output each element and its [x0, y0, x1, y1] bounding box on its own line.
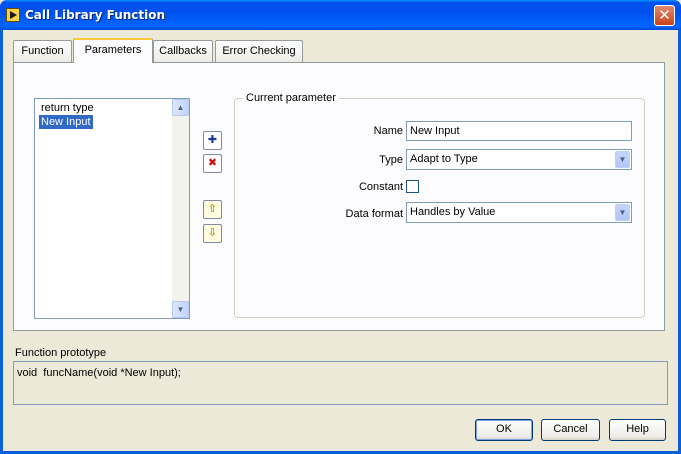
plus-icon: ✚: [207, 133, 218, 146]
parameters-panel: return type New Input ▲ ▼ ✚ ✖ ⇧ ⇩ Curren…: [13, 62, 665, 331]
type-select[interactable]: Adapt to Type ▼: [406, 149, 632, 170]
cancel-button[interactable]: Cancel: [541, 419, 600, 441]
remove-parameter-button[interactable]: ✖: [203, 154, 222, 173]
chevron-down-icon: ▼: [176, 305, 185, 314]
move-up-button[interactable]: ⇧: [203, 200, 222, 219]
scroll-up-button[interactable]: ▲: [172, 99, 189, 116]
prototype-label: Function prototype: [15, 347, 107, 359]
move-down-button[interactable]: ⇩: [203, 224, 222, 243]
prototype-display: void funcName(void *New Input);: [13, 361, 668, 405]
chevron-down-icon[interactable]: ▼: [615, 204, 630, 221]
list-item[interactable]: return type: [39, 101, 96, 115]
labview-icon: [6, 8, 20, 22]
tab-label: Callbacks: [159, 45, 207, 57]
tab-label: Error Checking: [222, 45, 296, 57]
tab-function[interactable]: Function: [13, 40, 72, 62]
prototype-text: void funcName(void *New Input);: [17, 367, 181, 379]
ok-button[interactable]: OK: [475, 419, 533, 441]
list-scrollbar[interactable]: ▲ ▼: [172, 99, 189, 318]
name-field[interactable]: New Input: [406, 121, 632, 141]
close-button[interactable]: ✕: [654, 5, 675, 26]
dialog-client-area: Function Parameters Callbacks Error Chec…: [3, 30, 678, 451]
parameter-list[interactable]: return type New Input ▲ ▼: [34, 98, 190, 319]
add-parameter-button[interactable]: ✚: [203, 131, 222, 150]
arrow-up-icon: ⇧: [207, 202, 218, 215]
group-title: Current parameter: [243, 92, 339, 104]
scroll-down-button[interactable]: ▼: [172, 301, 189, 318]
tab-label: Function: [21, 45, 64, 57]
delete-icon: ✖: [207, 156, 218, 169]
dialog-window: Call Library Function ✕ Function Paramet…: [0, 0, 681, 454]
arrow-down-icon: ⇩: [207, 226, 218, 239]
data-format-select[interactable]: Handles by Value ▼: [406, 202, 632, 223]
constant-label: Constant: [358, 181, 403, 193]
help-button[interactable]: Help: [609, 419, 666, 441]
chevron-up-icon: ▲: [176, 103, 185, 112]
type-label: Type: [379, 154, 403, 166]
title-bar[interactable]: Call Library Function ✕: [0, 0, 681, 30]
current-parameter-group: Current parameter Name New Input Type Ad…: [234, 92, 645, 318]
window-title: Call Library Function: [25, 8, 166, 22]
tab-parameters[interactable]: Parameters: [73, 38, 153, 63]
data-format-label: Data format: [345, 208, 403, 220]
name-label: Name: [373, 125, 403, 137]
constant-checkbox[interactable]: [406, 180, 419, 193]
list-item[interactable]: New Input: [39, 115, 93, 129]
close-icon: ✕: [658, 6, 671, 24]
tab-label: Parameters: [84, 44, 142, 56]
tab-callbacks[interactable]: Callbacks: [153, 40, 213, 62]
chevron-down-icon[interactable]: ▼: [615, 151, 630, 168]
tab-error-checking[interactable]: Error Checking: [215, 40, 303, 62]
